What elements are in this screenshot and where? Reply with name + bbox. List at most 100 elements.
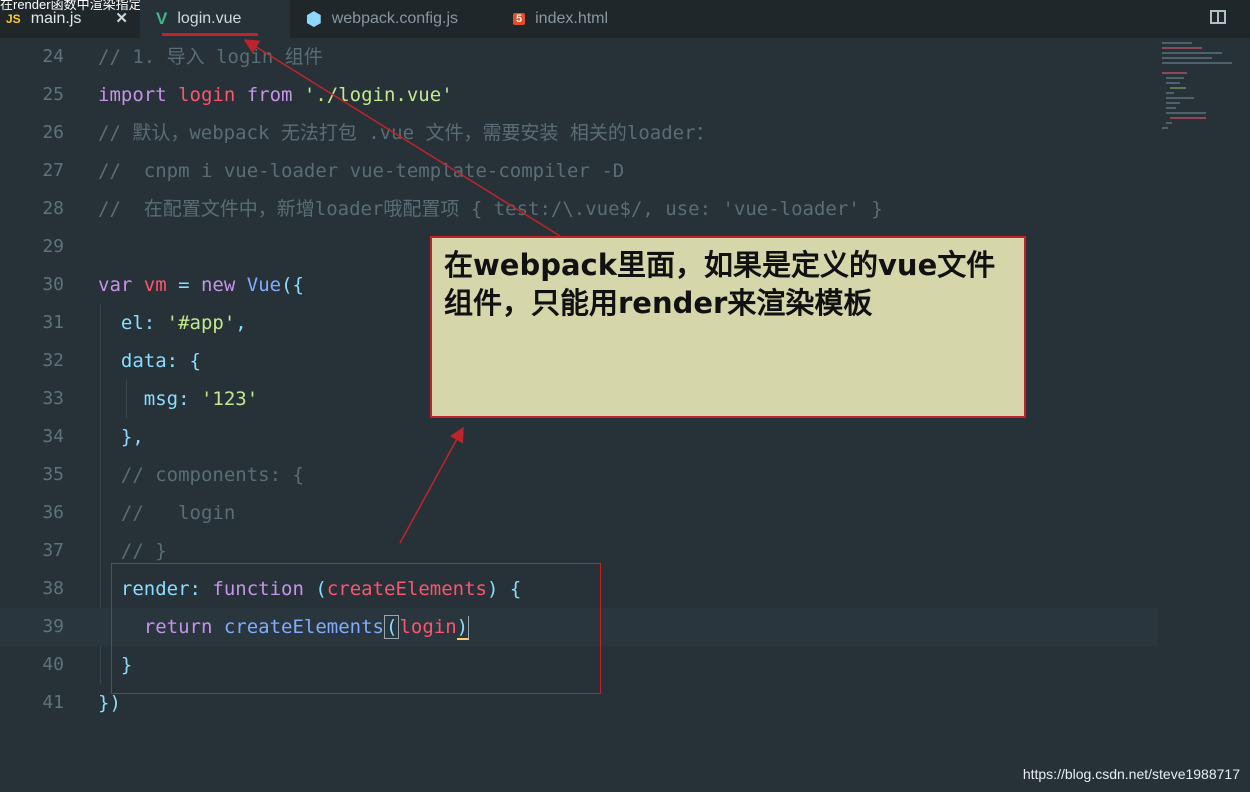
code-token: = bbox=[178, 274, 201, 296]
line-number: 27 bbox=[42, 160, 64, 181]
line-number: 35 bbox=[42, 464, 64, 485]
line-number: 29 bbox=[42, 236, 64, 257]
code-text: // cnpm i vue-loader vue-template-compil… bbox=[98, 152, 624, 190]
minimap-stroke bbox=[1170, 117, 1206, 119]
code-token: data bbox=[98, 350, 167, 372]
code-token: '#app' bbox=[166, 312, 236, 334]
minimap-stroke bbox=[1166, 97, 1194, 99]
tab-label: main.js bbox=[30, 10, 82, 27]
tab-label: login.vue bbox=[177, 10, 242, 27]
code-text: msg: '123' bbox=[98, 380, 258, 418]
code-token: // components: { bbox=[98, 464, 304, 486]
line-number: 30 bbox=[42, 274, 64, 295]
code-token: : bbox=[143, 312, 167, 334]
code-token: , bbox=[235, 312, 247, 334]
html5-file-icon: 5 bbox=[513, 13, 526, 25]
code-token: './login.vue' bbox=[303, 84, 453, 106]
js-file-icon: JS bbox=[6, 12, 21, 26]
code-text: // login bbox=[98, 494, 235, 532]
code-token: // login bbox=[98, 502, 236, 524]
tab-main-js[interactable]: JS main.js ✕ bbox=[0, 0, 140, 38]
line-number: 36 bbox=[42, 502, 64, 523]
minimap-stroke bbox=[1166, 82, 1180, 84]
webpack-file-icon: ⬢ bbox=[306, 8, 322, 29]
line-number: 39 bbox=[42, 616, 64, 637]
minimap-stroke bbox=[1166, 122, 1172, 124]
minimap-stroke bbox=[1170, 87, 1186, 89]
code-line[interactable]: 24 // 1. 导入 login 组件 bbox=[0, 38, 1158, 76]
code-text: import login from './login.vue' bbox=[98, 76, 453, 114]
watermark: https://blog.csdn.net/steve1988717 bbox=[1022, 766, 1240, 782]
minimap-stroke bbox=[1162, 52, 1222, 54]
annotation-callout: 在webpack里面，如果是定义的vue文件组件，只能用render来渲染模板 bbox=[430, 236, 1026, 418]
line-number: 31 bbox=[42, 312, 64, 333]
minimap-stroke bbox=[1162, 72, 1187, 74]
minimap-stroke bbox=[1166, 107, 1176, 109]
code-text: data: { bbox=[98, 342, 201, 380]
code-line[interactable]: 34 }, bbox=[0, 418, 1158, 456]
code-token: // 1. 导入 login 组件 bbox=[98, 46, 323, 68]
line-number: 37 bbox=[42, 540, 64, 561]
code-token: // cnpm i vue-loader vue-template-compil… bbox=[98, 160, 625, 182]
code-token: vm bbox=[143, 274, 179, 296]
code-token: Vue bbox=[246, 274, 282, 296]
code-text: }, bbox=[98, 418, 144, 456]
minimap-stroke bbox=[1166, 102, 1180, 104]
line-number: 33 bbox=[42, 388, 64, 409]
tab-underline-annotation bbox=[162, 33, 258, 36]
minimap-stroke bbox=[1166, 112, 1206, 114]
code-line[interactable]: 28 // 在配置文件中，新增loader哦配置项 { test:/\.vue$/… bbox=[0, 190, 1158, 228]
minimap-stroke bbox=[1166, 77, 1184, 79]
code-token: login bbox=[178, 84, 247, 106]
code-token: // 在配置文件中，新增loader哦配置项 { test:/\.vue$/, … bbox=[98, 198, 883, 220]
code-token: : { bbox=[166, 350, 201, 372]
split-editor-icon[interactable] bbox=[1210, 10, 1226, 24]
code-token: var bbox=[98, 274, 144, 296]
minimap-stroke bbox=[1162, 62, 1232, 64]
code-text: // components: { bbox=[98, 456, 304, 494]
vue-file-icon: V bbox=[156, 9, 168, 28]
code-line[interactable]: 25 import login from './login.vue' bbox=[0, 76, 1158, 114]
code-token: from bbox=[246, 84, 304, 106]
code-line[interactable]: 36 // login bbox=[0, 494, 1158, 532]
code-token: '123' bbox=[200, 388, 259, 410]
tab-label: index.html bbox=[535, 10, 609, 27]
minimap-stroke bbox=[1162, 127, 1168, 129]
tab-label: webpack.config.js bbox=[331, 10, 459, 27]
line-number: 26 bbox=[42, 122, 64, 143]
code-token: ({ bbox=[281, 274, 304, 296]
code-line[interactable]: 27 // cnpm i vue-loader vue-template-comp… bbox=[0, 152, 1158, 190]
tab-bar: 在render函数中渲染指定的组件到容器中 JS main.js ✕ V log… bbox=[0, 0, 1250, 38]
code-text: // 1. 导入 login 组件 bbox=[98, 38, 323, 76]
minimap[interactable] bbox=[1158, 38, 1250, 198]
minimap-stroke bbox=[1162, 57, 1212, 59]
line-number: 40 bbox=[42, 654, 64, 675]
code-token: msg bbox=[98, 388, 179, 410]
line-number: 38 bbox=[42, 578, 64, 599]
code-token: }) bbox=[98, 692, 121, 714]
line-number: 24 bbox=[42, 46, 64, 67]
code-line[interactable]: 35 // components: { bbox=[0, 456, 1158, 494]
code-token: new bbox=[200, 274, 247, 296]
close-icon[interactable]: ✕ bbox=[115, 9, 128, 27]
code-token: // 默认，webpack 无法打包 .vue 文件，需要安装 相关的loade… bbox=[98, 122, 715, 144]
tab-webpack-config[interactable]: ⬢ webpack.config.js bbox=[290, 0, 495, 38]
tab-index-html[interactable]: 5 index.html bbox=[495, 0, 650, 38]
line-number: 32 bbox=[42, 350, 64, 371]
line-number: 34 bbox=[42, 426, 64, 447]
minimap-stroke bbox=[1162, 47, 1202, 49]
code-token: el bbox=[98, 312, 144, 334]
minimap-stroke bbox=[1162, 42, 1192, 44]
code-token: // } bbox=[98, 540, 167, 562]
line-number: 28 bbox=[42, 198, 64, 219]
code-text: // 在配置文件中，新增loader哦配置项 { test:/\.vue$/, … bbox=[98, 190, 883, 228]
code-token: : bbox=[178, 388, 201, 410]
code-text: // 默认，webpack 无法打包 .vue 文件，需要安装 相关的loade… bbox=[98, 114, 715, 152]
line-number: 41 bbox=[42, 692, 64, 713]
code-line[interactable]: 26 // 默认，webpack 无法打包 .vue 文件，需要安装 相关的loa… bbox=[0, 114, 1158, 152]
code-text: el: '#app', bbox=[98, 304, 247, 342]
code-text: var vm = new Vue({ bbox=[98, 266, 304, 304]
minimap-stroke bbox=[1166, 92, 1174, 94]
code-token: }, bbox=[98, 426, 144, 448]
line-number: 25 bbox=[42, 84, 64, 105]
